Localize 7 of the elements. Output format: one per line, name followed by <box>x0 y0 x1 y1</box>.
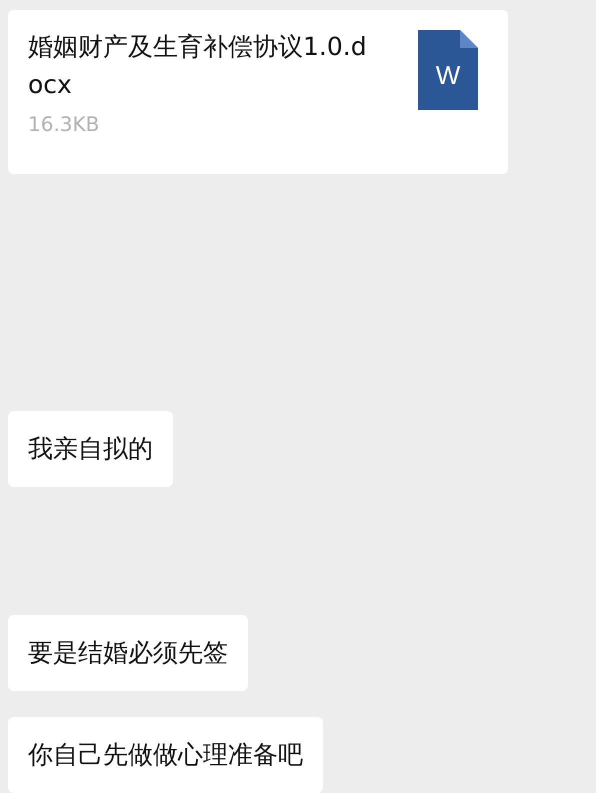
file-name: 婚姻财产及生育补偿协议1.0.docx <box>28 31 368 101</box>
message-bubble: 你自己先做做心理准备吧 <box>8 717 323 793</box>
message-bubble: 我亲自拟的 <box>8 411 173 487</box>
file-size: 16.3KB <box>28 112 100 136</box>
message-bubble: 要是结婚必须先签 <box>8 615 248 691</box>
document-icon: W <box>418 30 478 110</box>
file-message[interactable]: 婚姻财产及生育补偿协议1.0.docx 16.3KB W <box>8 10 508 174</box>
